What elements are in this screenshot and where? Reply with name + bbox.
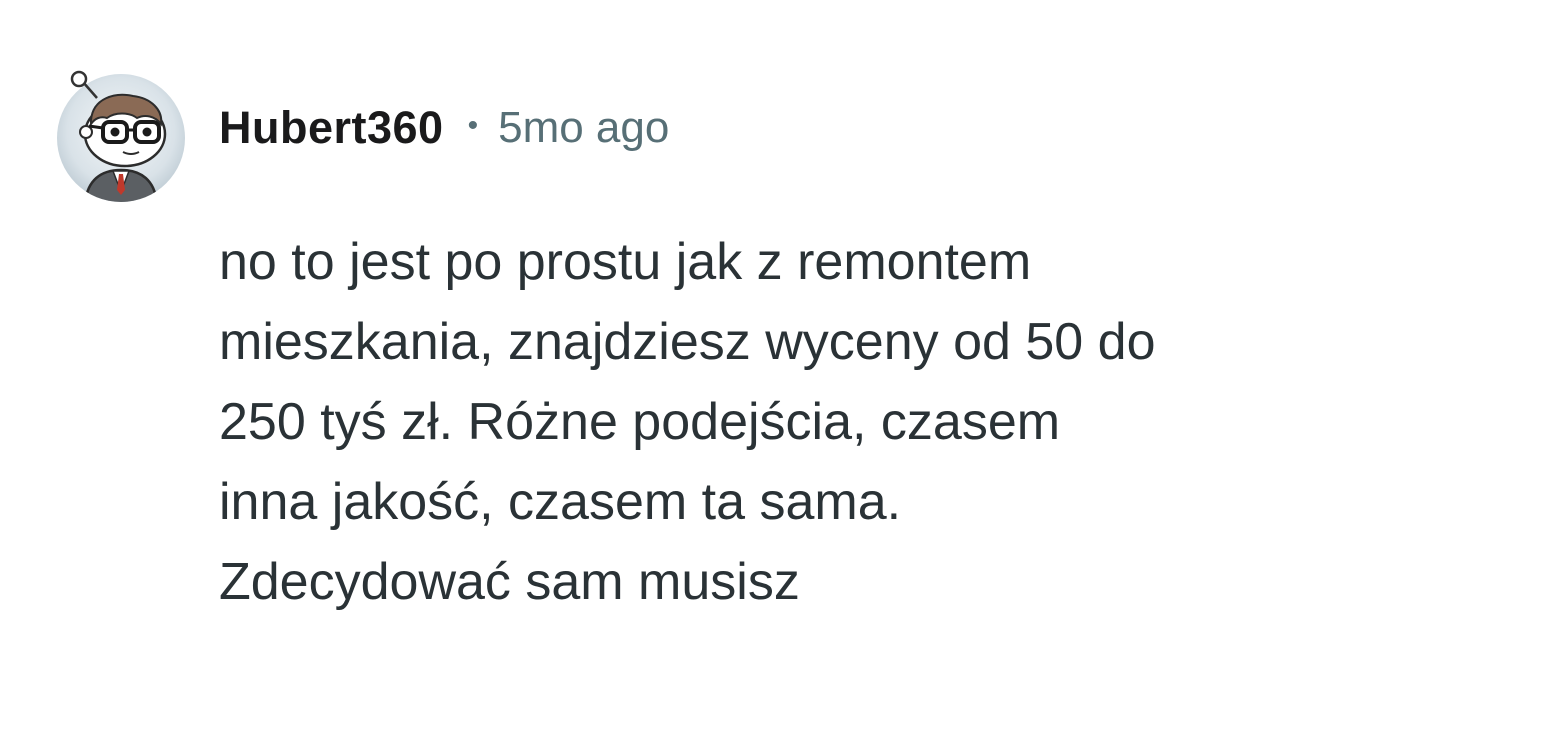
avatar[interactable] (55, 68, 189, 204)
comment: Hubert360 • 5mo ago no to jest po prostu… (0, 0, 1568, 744)
meta-separator: • (467, 109, 479, 142)
username-link[interactable]: Hubert360 (219, 102, 444, 154)
snoo-avatar-icon (57, 70, 185, 202)
comment-body: no to jest po prostu jak z remontem mies… (219, 233, 1156, 611)
comment-header: Hubert360 • 5mo ago (219, 98, 669, 158)
comment-timestamp[interactable]: 5mo ago (498, 103, 669, 153)
